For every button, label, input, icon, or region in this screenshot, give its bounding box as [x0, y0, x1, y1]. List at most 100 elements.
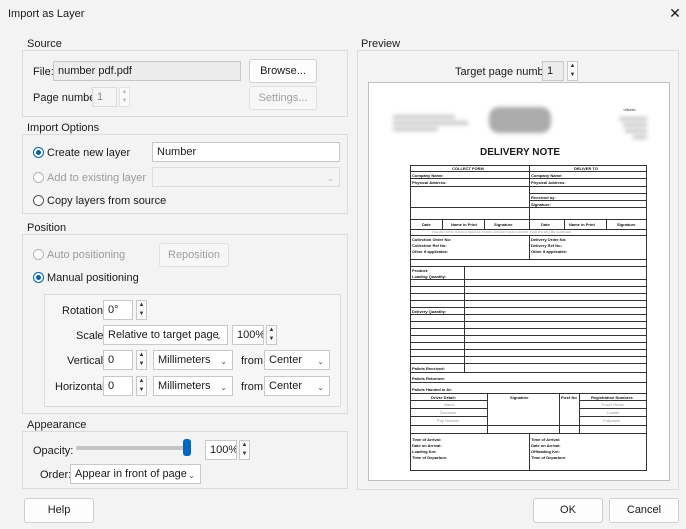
create-new-layer-label: Create new layer: [47, 147, 131, 159]
horizontal-from-label: from: [241, 381, 263, 393]
date-arrival-right: Date on Arrival:: [531, 443, 561, 448]
vertical-unit-value: Millimeters: [158, 354, 211, 366]
spin-down-icon[interactable]: ▼: [137, 360, 146, 369]
horizontal-input[interactable]: 0: [103, 376, 133, 396]
blurred-contact-line: [393, 115, 455, 119]
time-departure-right: Time of Departure:: [531, 455, 567, 460]
opacity-slider-thumb[interactable]: [183, 439, 191, 456]
scale-percent-input[interactable]: 100%: [232, 325, 264, 345]
physical-address-right: Physical Address:: [531, 180, 566, 185]
page-number-field[interactable]: 1: [92, 87, 117, 107]
spin-up-icon[interactable]: ▲: [137, 301, 146, 310]
appearance-label: Appearance: [27, 419, 87, 431]
other-right-label: Other if applicable:: [531, 249, 568, 254]
opacity-input[interactable]: 100%: [205, 440, 237, 460]
layer-name-input[interactable]: Number: [152, 142, 340, 162]
vertical-spinner[interactable]: ▲ ▼: [136, 350, 147, 370]
order-select[interactable]: Appear in front of page ⌄: [70, 464, 201, 484]
browse-button[interactable]: Browse...: [249, 59, 317, 83]
scale-mode-select[interactable]: Relative to target page ⌄: [103, 325, 228, 345]
spin-up-icon[interactable]: ▲: [267, 326, 276, 335]
col-signature-right: Signature: [617, 222, 636, 227]
reposition-button[interactable]: Reposition: [159, 243, 229, 267]
vertical-from-label: from: [241, 355, 263, 367]
add-existing-layer-label: Add to existing layer: [47, 172, 147, 184]
col-signature-left: Signature: [494, 222, 513, 227]
close-icon[interactable]: ✕: [666, 4, 684, 22]
preview-page: <Num> DELIVERY NOTE COLLECT FORM DELIVER…: [368, 82, 670, 481]
copy-layers-radio[interactable]: [33, 195, 44, 206]
vertical-from-select[interactable]: Center ⌄: [264, 350, 330, 370]
horizontal-unit-select[interactable]: Millimeters ⌄: [153, 376, 233, 396]
pallets-received-label: Pallets Received:: [412, 366, 445, 371]
help-button[interactable]: Help: [24, 498, 94, 523]
physical-address-left: Physical Address:: [412, 180, 447, 185]
create-new-layer-radio[interactable]: [33, 147, 44, 158]
file-field[interactable]: number pdf.pdf: [53, 61, 241, 81]
file-label: File:: [33, 66, 54, 78]
chevron-down-icon: ⌄: [220, 383, 227, 392]
horizontal-spinner[interactable]: ▲ ▼: [136, 376, 147, 396]
spin-down-icon[interactable]: ▼: [240, 450, 249, 459]
chevron-down-icon: ⌄: [220, 357, 227, 366]
add-existing-layer-radio[interactable]: [33, 172, 44, 183]
pallets-returned-label: Pallets Returned:: [412, 376, 445, 381]
collection-ref-label: Collection Ref No:: [412, 243, 447, 248]
scale-label: Scale:: [76, 330, 107, 342]
auto-positioning-radio[interactable]: [33, 249, 44, 260]
order-label: Order:: [40, 469, 72, 481]
settings-button[interactable]: Settings...: [249, 86, 317, 110]
loading-km-label: Loading Km:: [412, 449, 437, 454]
truck-placeholder: Truck/ Horse: [601, 402, 624, 407]
spin-down-icon[interactable]: ▼: [137, 386, 146, 395]
chevron-down-icon: ⌄: [317, 357, 324, 366]
source-group-label: Source: [27, 38, 62, 50]
copy-layers-label: Copy layers from source: [47, 195, 167, 207]
order-value: Appear in front of page: [75, 468, 187, 480]
time-departure-left: Time of Departure:: [412, 455, 448, 460]
cancel-button[interactable]: Cancel: [609, 498, 679, 523]
rotation-label: Rotation:: [62, 305, 107, 317]
preview-label: Preview: [361, 38, 401, 50]
blurred-address-line: [633, 135, 647, 139]
collection-order-label: Collection Order No:: [412, 237, 452, 242]
chevron-down-icon: ⌄: [215, 332, 222, 341]
spin-up-icon[interactable]: ▲: [137, 377, 146, 386]
horizontal-label: Horizontal:: [55, 381, 108, 393]
other-left-label: Other if applicable:: [412, 249, 449, 254]
pallets-handed-label: Pallets Handed in At:: [412, 387, 452, 392]
rotation-input[interactable]: 0°: [103, 300, 133, 320]
target-page-spinner[interactable]: ▲ ▼: [567, 61, 578, 81]
blurred-contact-line: [393, 127, 438, 131]
spin-down-icon[interactable]: ▼: [267, 335, 276, 344]
rotation-spinner[interactable]: ▲ ▼: [136, 300, 147, 320]
blurred-contact-line: [393, 121, 468, 125]
offloading-km-label: Offloading Km:: [531, 449, 560, 454]
opacity-slider-track[interactable]: [76, 446, 191, 450]
ok-button[interactable]: OK: [533, 498, 603, 523]
manual-positioning-radio[interactable]: [33, 272, 44, 283]
spin-up-icon[interactable]: ▲: [568, 62, 577, 71]
loader-placeholder: Loader: [607, 410, 620, 415]
spin-down-icon[interactable]: ▼: [120, 97, 129, 106]
horizontal-from-select[interactable]: Center ⌄: [264, 376, 330, 396]
vertical-from-value: Center: [269, 354, 303, 366]
delivery-order-label: Delivery Order No:: [531, 237, 567, 242]
target-page-field[interactable]: 1: [542, 61, 564, 81]
pay-number-placeholder: Pay Number: [437, 418, 460, 423]
scale-spinner[interactable]: ▲ ▼: [266, 325, 277, 345]
spin-up-icon[interactable]: ▲: [137, 351, 146, 360]
vertical-unit-select[interactable]: Millimeters ⌄: [153, 350, 233, 370]
page-number-spinner[interactable]: ▲ ▼: [119, 87, 130, 107]
blurred-address-line: [625, 129, 647, 133]
fleet-no-label: Fleet No: [561, 395, 577, 400]
blurred-logo: [489, 107, 551, 133]
spin-up-icon[interactable]: ▲: [240, 441, 249, 450]
opacity-spinner[interactable]: ▲ ▼: [239, 440, 250, 460]
vertical-input[interactable]: 0: [103, 350, 133, 370]
spin-down-icon[interactable]: ▼: [568, 71, 577, 80]
delivery-note-title: DELIVERY NOTE: [479, 147, 560, 158]
existing-layer-select[interactable]: ⌄: [152, 167, 340, 187]
spin-down-icon[interactable]: ▼: [137, 310, 146, 319]
spin-up-icon[interactable]: ▲: [120, 88, 129, 97]
